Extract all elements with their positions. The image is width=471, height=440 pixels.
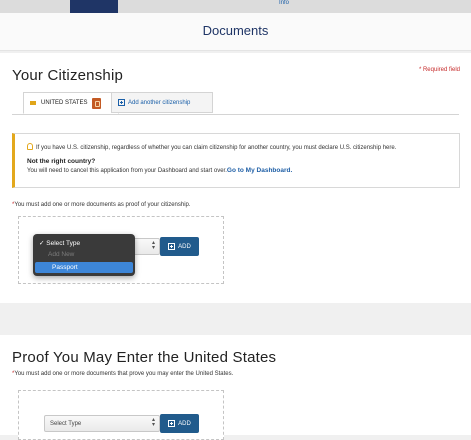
option-label: Add New (48, 251, 75, 258)
alert-instructions-text: You will need to cancel this application… (27, 168, 227, 174)
alert-line: If you have U.S. citizenship, regardless… (27, 143, 396, 151)
option-label: Select Type (46, 240, 81, 247)
add-button-label: ADD (178, 243, 191, 250)
entry-proof-panel: Proof You May Enter the United States *Y… (0, 335, 471, 440)
dashboard-link[interactable]: Go to My Dashboard. (227, 167, 292, 174)
entry-add-button[interactable]: ADD (160, 414, 199, 433)
tab-label: UNITED STATES (41, 100, 88, 106)
entry-doc-type-select[interactable]: Select Type ▴ ▾ (44, 415, 160, 432)
select-arrows-icon: ▴ ▾ (151, 417, 155, 428)
select-value: Select Type (50, 421, 82, 427)
citizenship-tabs: UNITED STATES Add another citizenship (12, 90, 459, 115)
top-nav-bar: Info (0, 0, 471, 13)
checkmark-icon: ✓ (39, 240, 45, 247)
doc-type-dropdown: ✓ Select Type Add New Passport (33, 234, 135, 276)
lightbulb-icon (27, 143, 33, 150)
alert-text: If you have U.S. citizenship, regardless… (36, 145, 397, 151)
option-label: Passport (52, 264, 78, 271)
passport-icon (92, 97, 102, 109)
tab-label: Add another citizenship (128, 99, 191, 106)
select-arrows-icon: ▴ ▾ (151, 240, 155, 251)
citizenship-heading: Your Citizenship (12, 67, 124, 84)
nav-active-block[interactable] (70, 0, 118, 13)
us-flag-icon (30, 101, 36, 105)
required-field-note: * Required field (418, 67, 460, 73)
dropdown-option-select-type[interactable]: ✓ Select Type (35, 238, 133, 249)
citizenship-requirement: *You must add one or more documents as p… (12, 202, 191, 208)
tab-add-citizenship[interactable]: Add another citizenship (111, 92, 213, 113)
plus-box-icon (118, 99, 125, 106)
plus-box-icon (168, 243, 176, 250)
info-link[interactable]: Info (279, 0, 289, 7)
entry-doc-box: Select Type ▴ ▾ ADD (18, 390, 224, 440)
plus-box-icon (168, 420, 176, 427)
entry-requirement: *You must add one or more documents that… (12, 371, 233, 377)
citizenship-alert: If you have U.S. citizenship, regardless… (12, 133, 460, 188)
requirement-text: You must add one or more documents that … (14, 371, 234, 377)
requirement-text: You must add one or more documents as pr… (14, 202, 191, 208)
page-title: Documents (202, 23, 269, 38)
dropdown-option-passport[interactable]: Passport (35, 262, 133, 273)
alert-heading: Not the right country? (27, 158, 96, 165)
entry-proof-heading: Proof You May Enter the United States (12, 349, 277, 366)
dropdown-option-add-new: Add New (35, 249, 133, 260)
citizenship-add-button[interactable]: ADD (160, 237, 199, 256)
documents-header: Documents (0, 13, 471, 51)
alert-instructions: You will need to cancel this application… (27, 167, 292, 174)
add-button-label: ADD (178, 420, 191, 427)
tab-united-states[interactable]: UNITED STATES (23, 92, 119, 114)
